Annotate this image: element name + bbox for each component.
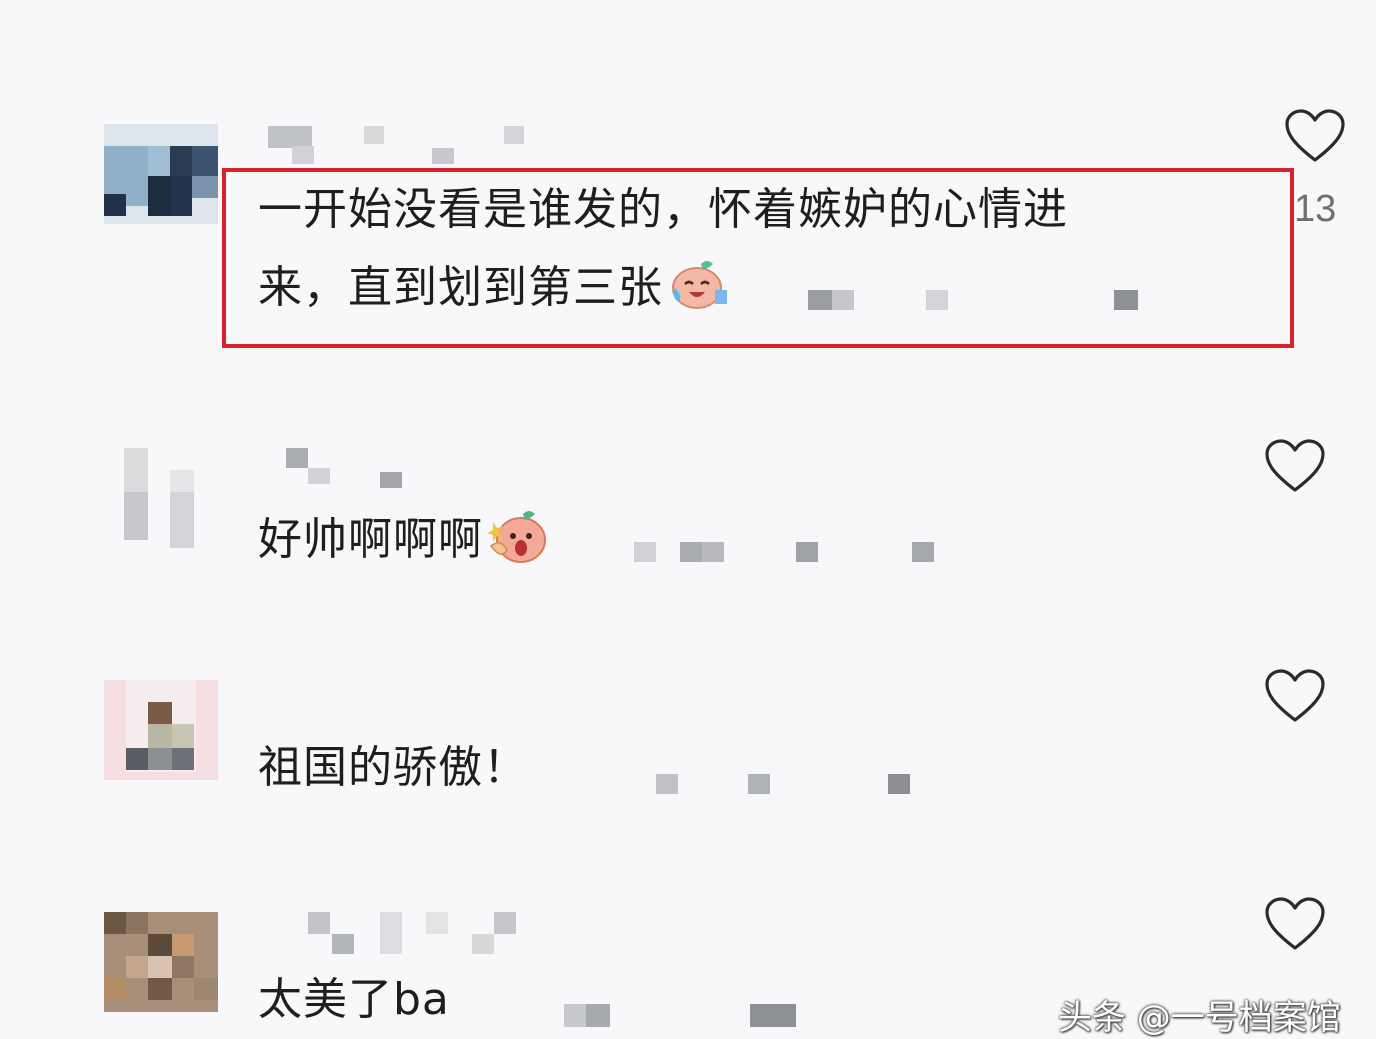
highlight-box — [222, 168, 1294, 348]
comment-text-line-1: 祖国的骄傲！ — [258, 742, 528, 793]
like-count: 13 — [1294, 188, 1337, 230]
avatar[interactable] — [104, 448, 218, 548]
avatar[interactable] — [104, 680, 218, 780]
comment-text: 好帅啊啊啊 — [258, 514, 483, 565]
excited-face-icon — [487, 506, 547, 566]
heart-icon[interactable] — [1264, 668, 1326, 724]
username-blurred[interactable] — [286, 912, 526, 956]
username-blurred[interactable] — [268, 124, 528, 164]
username-blurred[interactable] — [286, 448, 406, 488]
avatar[interactable] — [104, 912, 218, 1012]
watermark: 头条 @一号档案馆 — [1058, 998, 1341, 1038]
heart-icon[interactable] — [1264, 438, 1326, 494]
heart-icon[interactable] — [1284, 108, 1346, 164]
comment-text-line-1: 好帅啊啊啊 — [258, 502, 547, 578]
heart-icon[interactable] — [1264, 896, 1326, 952]
avatar[interactable] — [104, 124, 218, 224]
